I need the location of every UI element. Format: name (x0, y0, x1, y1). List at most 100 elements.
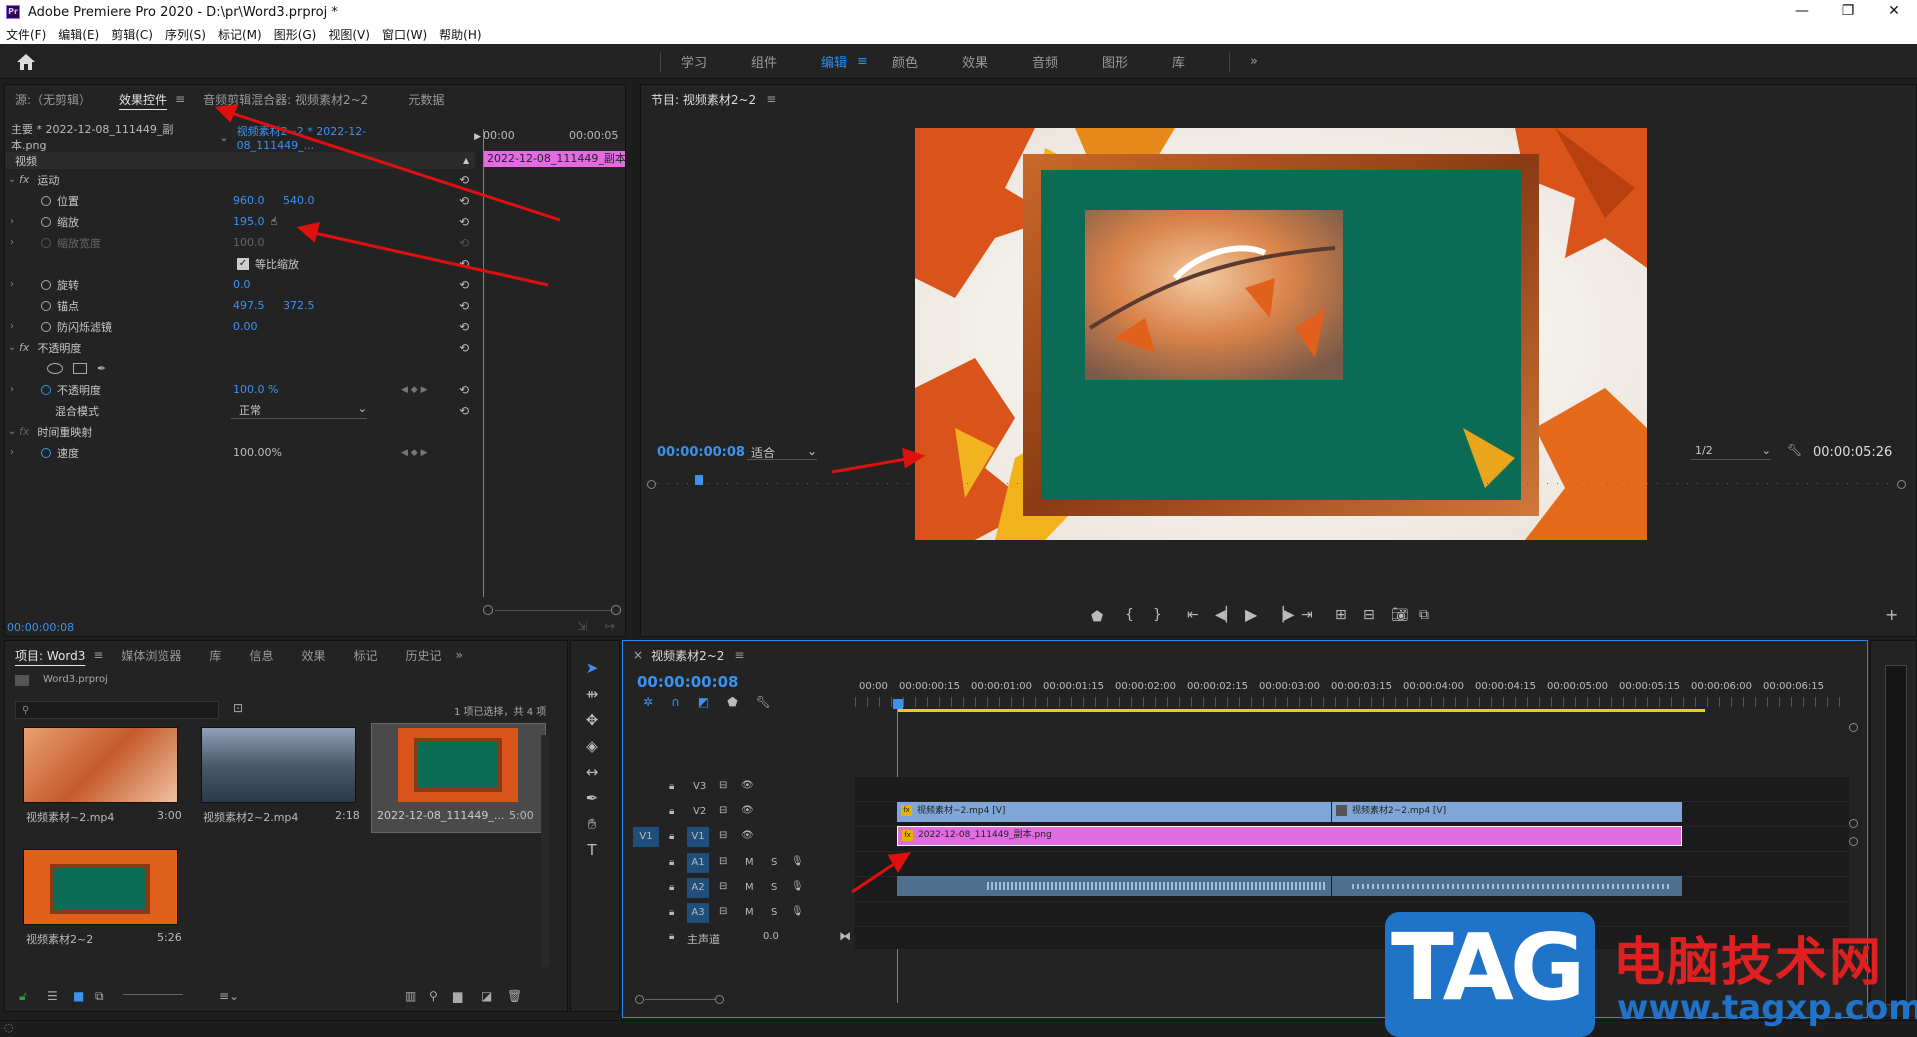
freeform-view-icon[interactable]: ⧉ (95, 989, 104, 1004)
tab-audio-clip-mixer[interactable]: 音频剪辑混合器: 视频素材2~2 (203, 91, 368, 108)
close-button[interactable]: ✕ (1871, 0, 1917, 24)
project-scrollbar[interactable] (541, 735, 549, 967)
go-to-out-icon[interactable]: ⇥ (1301, 607, 1313, 623)
ec-zoom-scrollbar[interactable] (483, 605, 623, 615)
solo-button[interactable]: S (771, 907, 777, 918)
go-to-in-icon[interactable]: ⇤ (1187, 607, 1199, 623)
step-back-icon[interactable]: ◀▏ (1215, 607, 1237, 623)
ec-playhead[interactable] (483, 129, 484, 597)
lock-icon[interactable]: 🔒︎ (669, 806, 674, 817)
settings-wrench-icon[interactable]: 🔧︎ (756, 695, 771, 709)
menu-markers[interactable]: 标记(M) (218, 26, 262, 43)
reset-icon[interactable]: ⟲ (459, 173, 469, 187)
close-icon[interactable]: × (633, 648, 643, 662)
menu-clip[interactable]: 剪辑(C) (111, 26, 153, 43)
stopwatch-icon[interactable] (41, 195, 51, 206)
motion-row[interactable]: ⌄ fx 运动 ⟲ (5, 171, 475, 188)
clip-a2-audio2[interactable] (1332, 876, 1682, 896)
reset-icon[interactable]: ⟲ (459, 257, 469, 271)
list-view-icon[interactable]: ☰ (47, 989, 58, 1003)
program-title[interactable]: 节目: 视频素材2~2 (651, 91, 756, 108)
eye-icon[interactable]: 👁︎ (741, 805, 754, 816)
ec-clip-bar[interactable]: 2022-12-08_111449_副本 (483, 151, 625, 167)
trash-icon[interactable]: 🗑︎ (507, 989, 522, 1003)
timeline-zoom-scrollbar[interactable] (635, 995, 1335, 1005)
stopwatch-icon[interactable] (41, 384, 51, 395)
extract-icon[interactable]: ⊟ (1363, 607, 1375, 623)
sync-lock-icon[interactable]: ⊟ (719, 906, 727, 917)
tab-project[interactable]: 项目: Word3 (15, 647, 85, 664)
reset-icon[interactable]: ⟲ (459, 299, 469, 313)
clip-a2-audio1[interactable] (897, 876, 1331, 896)
rectangle-mask-icon[interactable] (73, 363, 87, 374)
panel-menu-icon[interactable]: ≡ (175, 92, 185, 106)
step-forward-icon[interactable]: ▕▶ (1273, 607, 1295, 623)
fit-dropdown[interactable]: 适合 ⌄ (747, 444, 817, 460)
microphone-icon[interactable]: 🎙︎ (791, 906, 804, 917)
menu-window[interactable]: 窗口(W) (382, 26, 427, 43)
sequence-clip-label[interactable]: 视频素材2~2 * 2022-12-08_111449_... (237, 123, 440, 152)
blend-mode-select[interactable]: 正常 ⌄ (231, 402, 367, 419)
tab-effect-controls[interactable]: 效果控件 (119, 91, 167, 108)
pen-mask-icon[interactable]: ✒ (97, 362, 106, 375)
opacity-section-row[interactable]: ⌄ fx 不透明度 ⟲ (5, 339, 475, 356)
hand-tool-icon[interactable]: ✋︎ (581, 815, 603, 835)
workspace-editing[interactable]: 编辑 (821, 52, 847, 71)
tab-metadata[interactable]: 元数据 (408, 91, 444, 108)
play-only-icon[interactable]: ▶ (474, 132, 481, 142)
add-marker-icon[interactable]: ⬟ (1091, 609, 1103, 625)
microphone-icon[interactable]: 🎙︎ (791, 881, 804, 892)
tab-history[interactable]: 历史记 (405, 647, 441, 664)
work-area-bar[interactable] (897, 709, 1705, 712)
stopwatch-icon[interactable] (41, 447, 51, 458)
keyframe-nav-icon[interactable]: ◀ ◆ ▶ (401, 448, 428, 458)
mute-button[interactable]: M (745, 882, 754, 893)
nest-icon[interactable]: ✲ (643, 695, 653, 709)
reset-icon[interactable]: ⟲ (459, 404, 469, 418)
workspace-color[interactable]: 颜色 (892, 52, 918, 71)
position-y-value[interactable]: 540.0 (283, 194, 315, 207)
menu-file[interactable]: 文件(F) (6, 26, 46, 43)
stopwatch-icon[interactable] (41, 300, 51, 311)
more-tabs-icon[interactable]: » (456, 648, 463, 662)
sync-lock-icon[interactable]: ⊟ (719, 805, 727, 816)
ripple-edit-tool-icon[interactable]: ✥ (581, 711, 603, 731)
new-bin-icon[interactable]: ▆ (453, 989, 462, 1003)
panel-menu-icon[interactable]: ≡ (766, 92, 776, 106)
workspace-effects[interactable]: 效果 (962, 52, 988, 71)
reset-icon[interactable]: ⟲ (459, 278, 469, 292)
comparison-view-icon[interactable]: ⧉ (1419, 607, 1429, 623)
eye-icon[interactable]: 👁︎ (741, 780, 754, 791)
menu-edit[interactable]: 编辑(E) (58, 26, 99, 43)
lift-icon[interactable]: ⊞ (1335, 607, 1347, 623)
ec-timecode[interactable]: 00:00:00:08 (7, 621, 74, 634)
workspace-assembly[interactable]: 组件 (751, 52, 777, 71)
lock-icon[interactable]: 🔒︎ (669, 781, 674, 792)
pen-tool-icon[interactable]: ✒ (581, 789, 603, 809)
sync-lock-icon[interactable]: ⊟ (719, 881, 727, 892)
mark-in-icon[interactable]: { (1125, 607, 1134, 623)
sync-lock-icon[interactable]: ⊟ (719, 856, 727, 867)
snap-magnet-icon[interactable]: ∩ (671, 695, 680, 709)
source-patch-v1[interactable]: V1 (633, 827, 659, 847)
lock-icon[interactable]: 🔒︎ (669, 931, 674, 942)
antiflicker-value[interactable]: 0.00 (233, 320, 258, 333)
resolution-dropdown[interactable]: 1/2 ⌄ (1691, 444, 1771, 460)
menu-view[interactable]: 视图(V) (328, 26, 370, 43)
workspace-more-button[interactable]: » (1250, 54, 1258, 69)
program-timecode[interactable]: 00:00:00:08 (657, 445, 745, 460)
speed-value[interactable]: 100.00% (233, 446, 401, 459)
linked-selection-icon[interactable]: ◩ (698, 695, 709, 709)
anchor-x-value[interactable]: 497.5 (233, 299, 283, 312)
minimize-button[interactable]: — (1779, 0, 1825, 24)
scale-value[interactable]: 195.0 (233, 215, 265, 228)
lock-icon[interactable]: 🔒︎ (669, 831, 674, 842)
tab-info[interactable]: 信息 (249, 647, 273, 664)
clip-v2-video1[interactable]: fx 视频素材~2.mp4 [V] (897, 802, 1331, 822)
filter-icon[interactable]: ⇲ (577, 619, 587, 633)
camera-icon[interactable]: 📷︎ (1391, 607, 1409, 623)
thumbnail-video-2[interactable] (201, 727, 356, 803)
solo-button[interactable]: S (771, 882, 777, 893)
uniform-scale-checkbox[interactable]: ✓ (237, 257, 249, 270)
panel-menu-icon[interactable]: ≡ (93, 648, 103, 662)
